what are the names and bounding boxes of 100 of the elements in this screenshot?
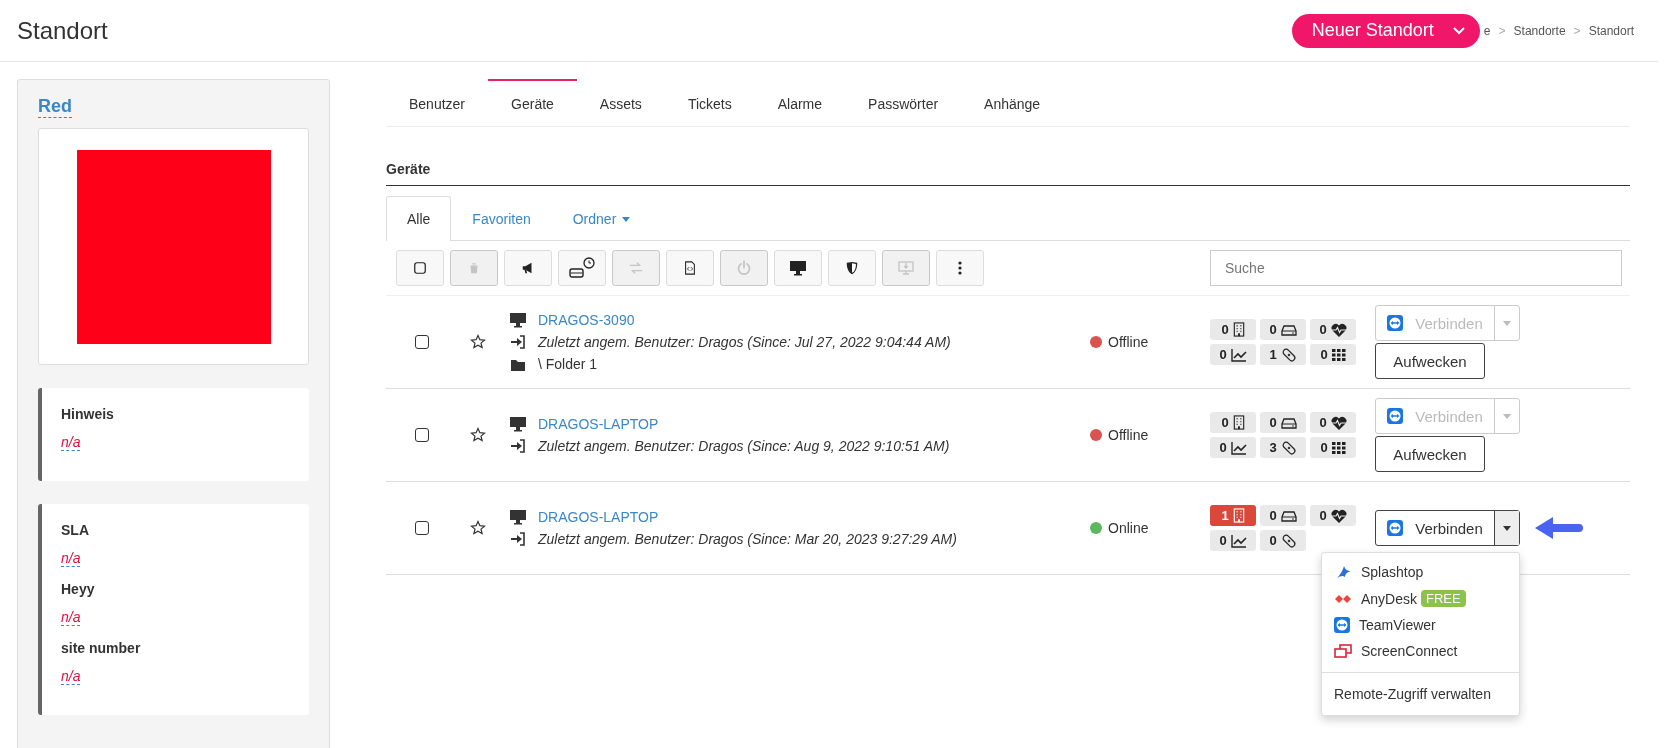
checkbox[interactable] <box>415 428 429 442</box>
drive-icon <box>1280 416 1297 429</box>
tab[interactable]: Benutzer <box>386 79 489 126</box>
heartbeat-icon <box>1330 322 1347 337</box>
sign-in-icon <box>510 335 526 349</box>
breadcrumb-item[interactable]: e <box>1483 23 1491 38</box>
field-label: Hinweis <box>61 406 115 422</box>
filter-tab[interactable]: Alle <box>386 196 452 241</box>
caret-icon <box>1503 413 1511 419</box>
status-text: Offline <box>1108 427 1149 443</box>
checkbox[interactable] <box>415 521 429 535</box>
count-badge: 0 <box>1310 505 1356 526</box>
toolbar-button[interactable] <box>828 250 876 286</box>
section-title: Geräte <box>386 161 1630 186</box>
teamviewer-icon <box>1387 520 1404 536</box>
building-icon <box>1232 322 1245 337</box>
device-link[interactable]: DRAGOS-3090 <box>538 312 635 328</box>
count-badge: 0 <box>1260 530 1306 551</box>
tab[interactable]: Alarme <box>754 79 846 126</box>
search-field[interactable]: Suche <box>1210 250 1622 286</box>
field-value[interactable]: n/a <box>61 609 81 626</box>
drive-clock-icon <box>569 257 595 279</box>
tab[interactable]: Geräte <box>488 79 577 126</box>
more-icon <box>957 260 963 276</box>
count-badge: 0 <box>1310 412 1356 433</box>
menu-item[interactable]: AnyDesk FREE <box>1322 585 1519 612</box>
drive-icon <box>1280 323 1297 336</box>
count-badge: 0 <box>1210 412 1256 433</box>
grid-icon <box>1331 348 1346 361</box>
sign-in-icon <box>510 532 526 546</box>
breadcrumb-item: Standort <box>1588 23 1634 38</box>
status-text: Online <box>1108 520 1149 536</box>
dropdown-toggle[interactable] <box>1494 511 1519 545</box>
device-link[interactable]: DRAGOS-LAPTOP <box>538 509 659 525</box>
breadcrumb-separator: > <box>1573 23 1581 38</box>
star-icon <box>470 427 486 443</box>
field-value[interactable]: n/a <box>61 668 81 685</box>
folder-path: \ Folder 1 <box>538 356 598 372</box>
field-value[interactable]: n/a <box>61 550 81 567</box>
wake-button[interactable]: Aufwecken <box>1375 343 1485 379</box>
count-badge: 0 <box>1260 412 1306 433</box>
field-label: site number <box>61 640 142 656</box>
count-badge: 0 <box>1210 437 1256 458</box>
monitor-icon <box>509 509 527 525</box>
count-badge: 0 <box>1210 530 1256 551</box>
checkbox-icon <box>413 261 427 275</box>
page-title: Standort <box>17 16 109 45</box>
menu-item-label: TeamViewer <box>1359 617 1436 633</box>
toolbar-button[interactable] <box>666 250 714 286</box>
tab[interactable]: Anhänge <box>961 79 1064 126</box>
tab[interactable]: Passwörter <box>845 79 962 126</box>
checkbox[interactable] <box>415 335 429 349</box>
count-badge: 3 <box>1260 437 1306 458</box>
wake-button[interactable]: Aufwecken <box>1375 436 1485 472</box>
count-badge: 0 <box>1310 344 1356 365</box>
menu-item[interactable]: Splashtop <box>1322 559 1519 585</box>
menu-item[interactable]: ScreenConnect <box>1322 638 1519 664</box>
file-code-icon <box>683 260 697 276</box>
count-badge: 1 <box>1210 505 1256 526</box>
caret-icon <box>1503 320 1511 326</box>
count-badge: 0 <box>1310 319 1356 340</box>
bandage-icon <box>1280 346 1297 363</box>
star-icon <box>470 520 486 536</box>
filter-tab[interactable]: Favoriten <box>451 196 552 241</box>
folder-icon <box>510 357 526 371</box>
chevron-down-icon <box>1451 25 1466 36</box>
toolbar-button[interactable] <box>774 250 822 286</box>
breadcrumb-item[interactable]: Standorte <box>1513 23 1566 38</box>
heartbeat-icon <box>1330 415 1347 430</box>
building-icon <box>1232 508 1245 523</box>
connect-button[interactable]: Verbinden <box>1376 511 1494 545</box>
new-site-button[interactable]: Neuer Standort <box>1291 13 1480 48</box>
bandage-icon <box>1280 439 1297 456</box>
sign-in-icon <box>510 439 526 453</box>
manage-remote-access-item[interactable]: Remote-Zugriff verwalten <box>1322 672 1519 715</box>
free-tag: FREE <box>1421 590 1466 607</box>
status-text: Offline <box>1108 334 1149 350</box>
transfer-icon <box>628 261 644 275</box>
count-badge: 0 <box>1260 319 1306 340</box>
filter-tab[interactable]: Ordner <box>551 196 652 241</box>
field-label: SLA <box>61 522 90 538</box>
field-value[interactable]: n/a <box>61 434 81 451</box>
menu-item[interactable]: TeamViewer <box>1322 612 1519 638</box>
monitor-icon <box>509 312 527 328</box>
drive-icon <box>1280 509 1297 522</box>
count-badge: 0 <box>1260 505 1306 526</box>
last-user-text: Zuletzt angem. Benutzer: Dragos (Since: Mar 20, 2023 9:27:29 AM) <box>538 531 957 547</box>
toolbar-button[interactable] <box>504 250 552 286</box>
count-badge: 0 <box>1310 437 1356 458</box>
arrow-annotation <box>1533 515 1583 541</box>
tab[interactable]: Assets <box>576 79 665 126</box>
building-icon <box>1232 415 1245 430</box>
device-link[interactable]: DRAGOS-LAPTOP <box>538 416 659 432</box>
power-icon <box>736 260 752 276</box>
chart-line-icon <box>1230 533 1247 548</box>
tab[interactable]: Tickets <box>664 79 755 126</box>
last-user-text: Zuletzt angem. Benutzer: Dragos (Since: Jul 27, 2022 9:04:44 AM) <box>538 334 951 350</box>
monitor-icon <box>509 416 527 432</box>
menu-item-label: ScreenConnect <box>1361 643 1458 659</box>
toolbar-button[interactable] <box>558 250 606 286</box>
